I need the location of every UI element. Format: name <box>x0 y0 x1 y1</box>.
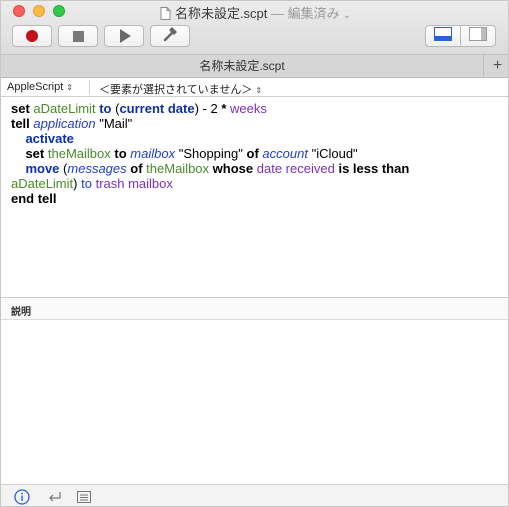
title-bar: 名称未設定.scpt — 編集済み ⌄ <box>1 1 508 55</box>
navigation-bar: AppleScript ⇕ ＜要素が選択されていません＞ ⇕ <box>1 78 508 97</box>
edited-status: — 編集済み <box>271 6 340 21</box>
add-tab-button[interactable]: + <box>485 55 508 77</box>
navbar-divider <box>89 80 90 94</box>
compile-button[interactable] <box>150 25 190 47</box>
script-line: move (messages of theMailbox whose date … <box>25 161 410 176</box>
list-icon[interactable] <box>76 489 92 505</box>
tab-bar: 名称未設定.scpt + <box>1 55 508 78</box>
side-pane-icon <box>469 26 487 46</box>
up-down-arrows-icon: ⇕ <box>66 83 73 92</box>
script-line: aDateLimit) to trash mailbox <box>11 176 173 191</box>
script-editor[interactable]: set aDateLimit to (current date) - 2 * w… <box>1 97 508 297</box>
record-icon <box>26 30 38 42</box>
stop-button[interactable] <box>58 25 98 47</box>
play-icon <box>120 29 131 43</box>
bottom-pane-icon <box>434 26 452 46</box>
info-icon[interactable] <box>14 489 30 505</box>
element-selector[interactable]: ＜要素が選択されていません＞ ⇕ <box>99 81 262 97</box>
show-side-pane-button[interactable] <box>460 25 496 47</box>
script-line: end tell <box>11 191 57 206</box>
tab-document[interactable]: 名称未設定.scpt <box>1 55 484 77</box>
bottom-bar <box>1 484 508 506</box>
description-label: 説明 <box>11 307 31 318</box>
show-bottom-pane-button[interactable] <box>425 25 461 47</box>
element-selector-label: ＜要素が選択されていません＞ <box>99 84 253 96</box>
chevron-down-icon[interactable]: ⌄ <box>343 10 351 21</box>
script-line: set theMailbox to mailbox "Shopping" of … <box>25 146 358 161</box>
script-line: set aDateLimit to (current date) - 2 * w… <box>11 101 267 116</box>
script-line: activate <box>25 131 74 146</box>
return-icon[interactable] <box>47 489 63 505</box>
language-selector[interactable]: AppleScript ⇕ <box>7 81 73 93</box>
language-selector-label: AppleScript <box>7 81 64 93</box>
up-down-arrows-icon: ⇕ <box>255 86 263 95</box>
script-document-icon <box>160 7 171 23</box>
record-button[interactable] <box>12 25 52 47</box>
run-button[interactable] <box>104 25 144 47</box>
window-title-text: 名称未設定.scpt <box>174 6 268 21</box>
script-line: tell application "Mail" <box>11 116 133 131</box>
script-editor-window: 名称未設定.scpt — 編集済み ⌄ 名称未設定.scpt + AppleSc… <box>0 0 509 507</box>
description-pane-header[interactable]: 説明 <box>1 297 508 320</box>
description-text-area[interactable] <box>1 320 508 484</box>
window-title: 名称未設定.scpt — 編集済み ⌄ <box>1 3 508 23</box>
hammer-icon <box>162 26 178 47</box>
stop-icon <box>72 30 84 42</box>
